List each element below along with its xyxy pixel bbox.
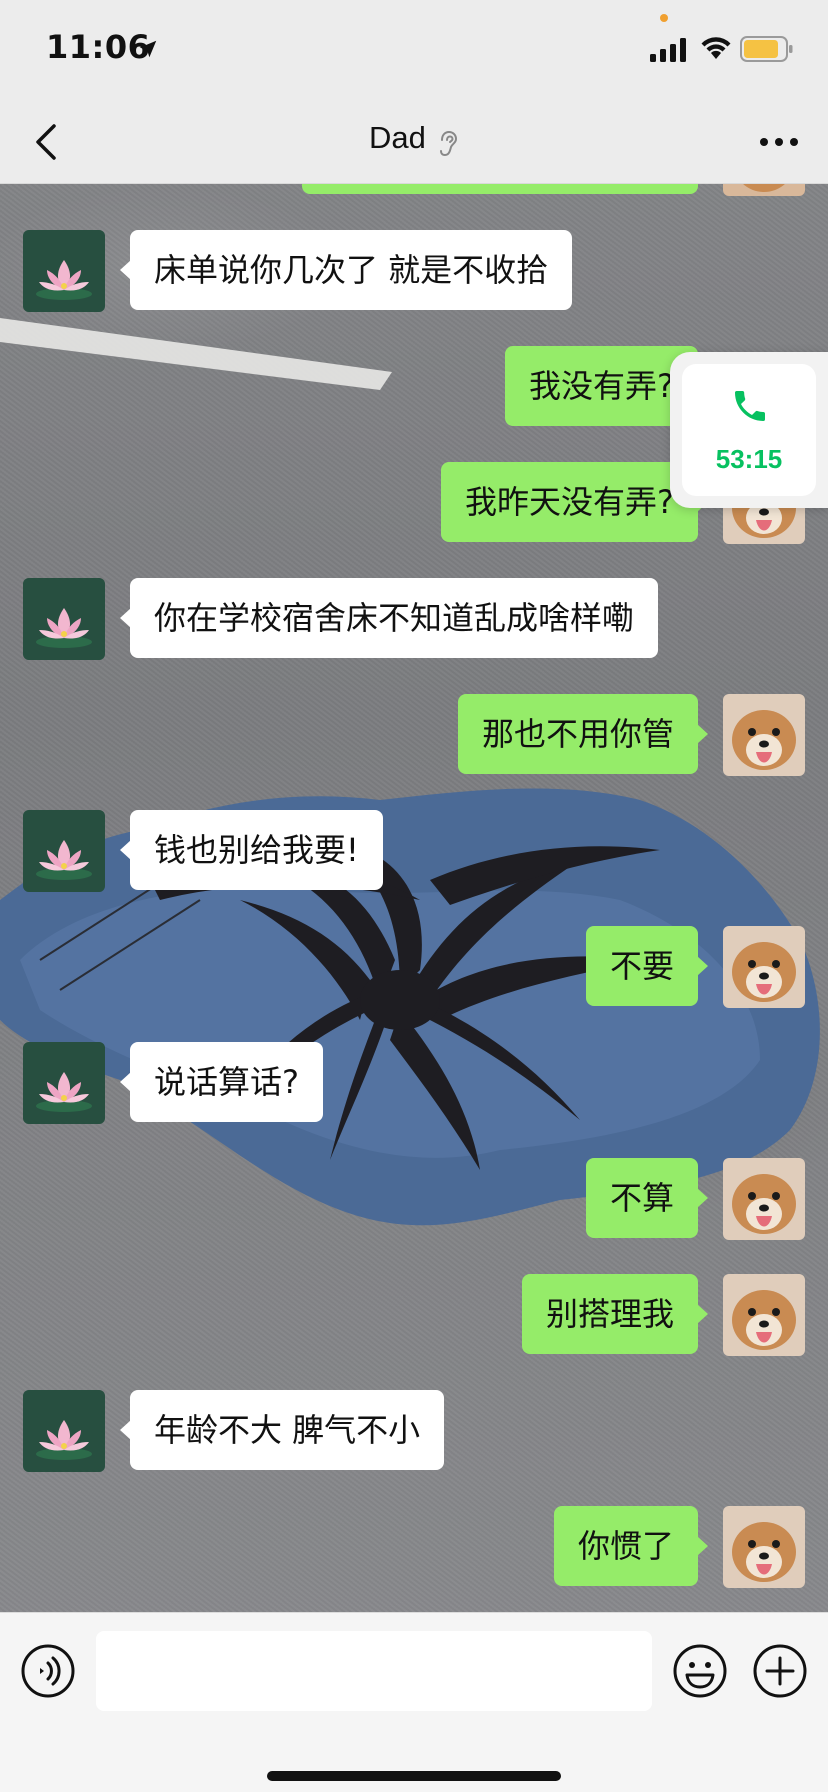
my-avatar[interactable] [723,1158,805,1240]
message-row: 年龄不大 脾气不小 [0,1388,828,1472]
chat-title-wrap: Dad [0,120,828,158]
privacy-indicator-dot [660,14,668,22]
call-widget-card: 53:15 [682,364,816,496]
emoji-button[interactable] [672,1643,728,1703]
status-bar: 11:06 [0,0,828,100]
emoji-icon [673,1644,727,1698]
message-bubble-received[interactable]: 年龄不大 脾气不小 [119,1390,445,1470]
dad-avatar[interactable] [23,810,105,892]
my-avatar[interactable] [723,1274,805,1356]
voice-input-button[interactable] [20,1643,76,1703]
cellular-signal-icon [650,38,686,62]
message-bubble-sent[interactable]: 不算 [585,1158,709,1238]
message-bubble-sent[interactable]: 那也不用你管 [457,694,709,774]
message-input[interactable] [96,1631,652,1711]
more-functions-button[interactable] [752,1643,808,1703]
chat-title: Dad [369,120,426,155]
dad-avatar[interactable] [23,1042,105,1124]
more-options-button[interactable] [754,122,804,162]
dad-avatar[interactable] [23,230,105,312]
message-row: 床单说你几次了 就是不收拾 [0,228,828,312]
battery-icon [740,36,793,62]
message-bubble-received[interactable]: 床单说你几次了 就是不收拾 [119,230,573,310]
message-input-bar [0,1612,828,1792]
chat-header: Dad [0,100,828,184]
phone-icon [735,391,765,421]
ear-icon [439,130,457,156]
my-avatar[interactable] [723,694,805,776]
message-row: 那也不用你管 [0,692,828,776]
message-bubble-received[interactable]: 说话算话? [120,1042,323,1122]
message-row: 不算 [0,1156,828,1240]
location-arrow-icon [139,40,157,58]
more-dots-icon [760,138,798,146]
message-bubble-sent[interactable]: 你惯了 [553,1506,709,1586]
my-avatar[interactable] [723,926,805,1008]
voice-icon [21,1644,75,1698]
dad-avatar[interactable] [23,578,105,660]
dad-avatar[interactable] [23,1390,105,1472]
message-bubble-received[interactable]: 钱也别给我要! [120,810,383,890]
message-bubble-sent[interactable]: 别搭理我 [521,1274,709,1354]
message-bubble-sent[interactable]: 我昨天没有弄? [441,462,708,542]
plus-icon [753,1644,807,1698]
message-row: 别搭理我 [0,1272,828,1356]
message-row: 你惯了 [0,1504,828,1588]
message-row: 你在学校宿舍床不知道乱成啥样嘞 [0,576,828,660]
status-time: 11:06 [46,28,151,66]
message-row: 不要 [0,924,828,1008]
message-bubble-received[interactable]: 你在学校宿舍床不知道乱成啥样嘞 [119,578,659,658]
message-row: 钱也别给我要! [0,808,828,892]
message-row: 说话算话? [0,1040,828,1124]
my-avatar[interactable] [723,1506,805,1588]
message-bubble-sent[interactable]: 不要 [585,926,709,1006]
home-indicator [267,1771,561,1781]
floating-call-widget[interactable]: 53:15 [670,352,828,508]
wifi-icon [701,37,731,59]
call-duration: 53:15 [715,444,783,474]
